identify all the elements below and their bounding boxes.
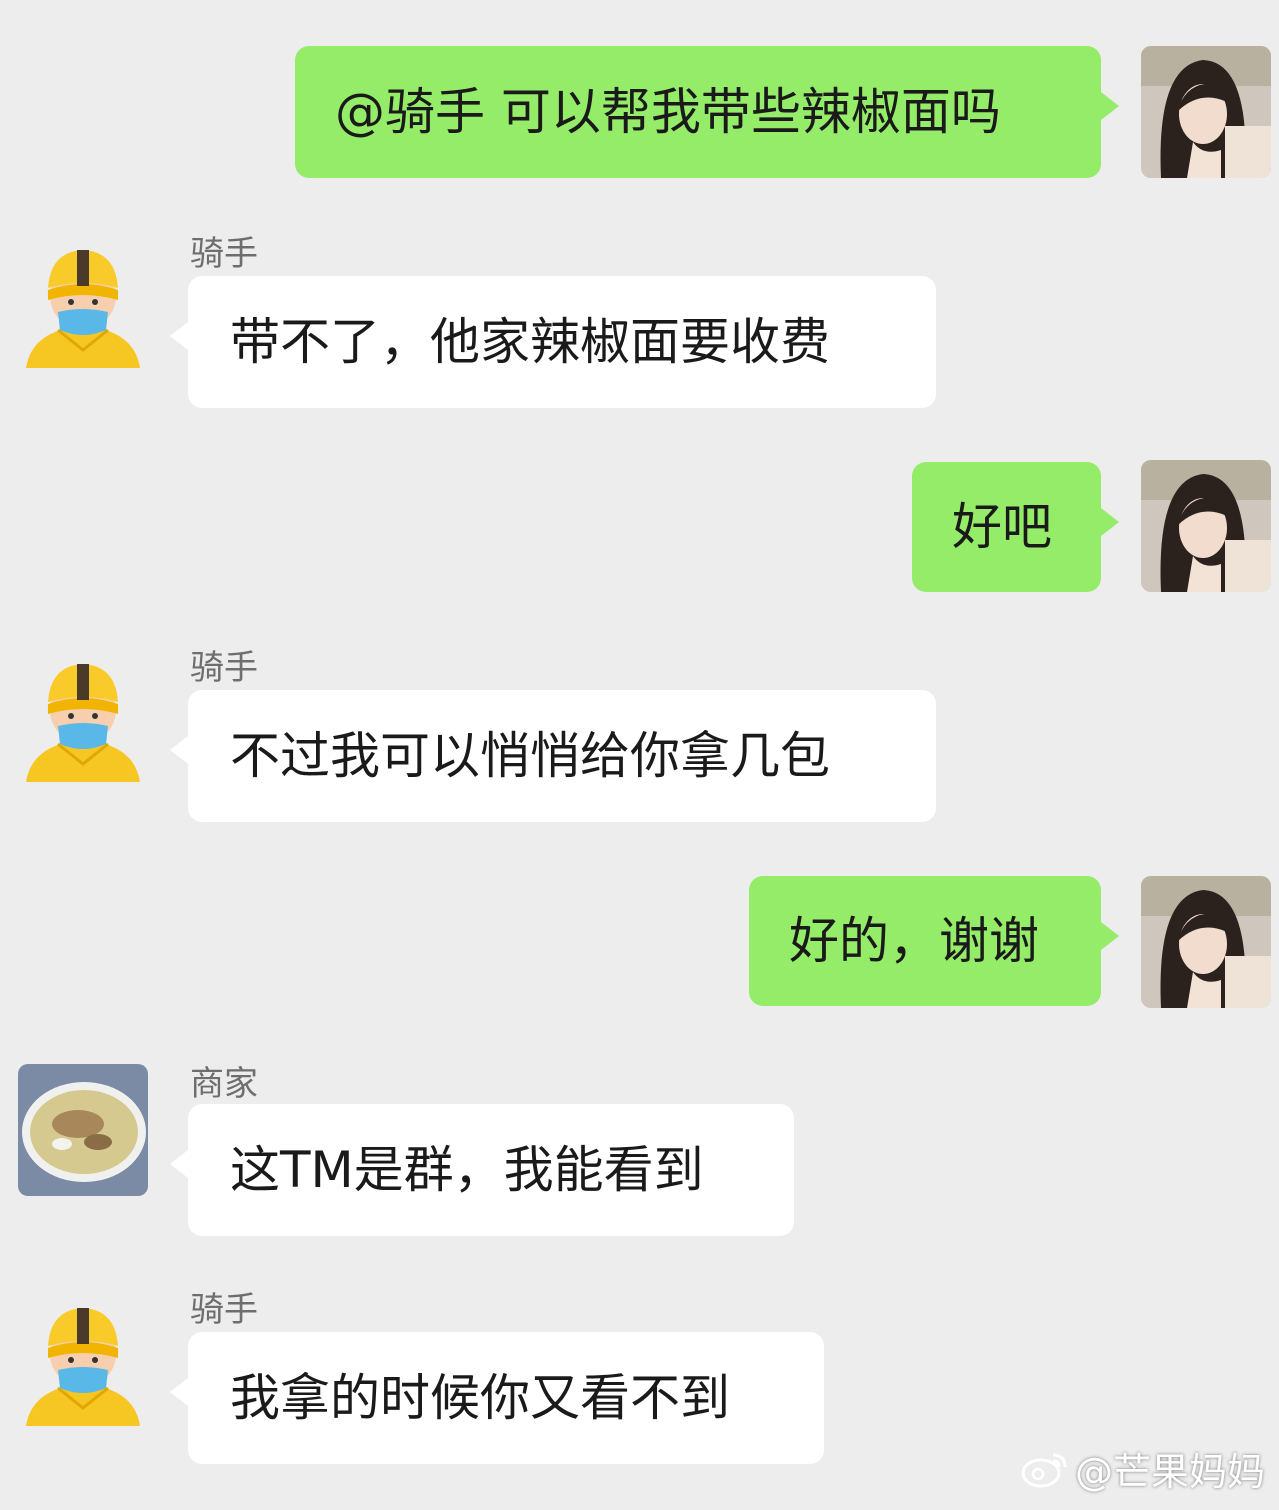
message-bubble-incoming[interactable]: 不过我可以悄悄给你拿几包 (170, 690, 936, 822)
message-bubble-outgoing[interactable]: 好吧 (912, 462, 1119, 592)
message-text: 我拿的时候你又看不到 (230, 1369, 730, 1427)
sender-name: 骑手 (190, 648, 258, 688)
message-text: 好吧 (952, 498, 1052, 556)
message-text: 这TM是群，我能看到 (230, 1141, 704, 1199)
sender-name: 骑手 (190, 1290, 258, 1330)
user-avatar[interactable] (1141, 876, 1271, 1008)
message-text: 好的，谢谢 (789, 912, 1039, 970)
user-avatar[interactable] (1141, 460, 1271, 592)
message-text: 不过我可以悄悄给你拿几包 (230, 727, 830, 785)
rider-avatar[interactable] (18, 238, 148, 370)
message-text: 带不了，他家辣椒面要收费 (230, 313, 830, 371)
sender-name: 骑手 (190, 234, 258, 274)
message-bubble-outgoing[interactable]: @骑手 可以帮我带些辣椒面吗 (295, 46, 1119, 178)
sender-name: 商家 (190, 1064, 258, 1104)
message-text: @骑手 可以帮我带些辣椒面吗 (335, 83, 1001, 141)
message-bubble-incoming[interactable]: 我拿的时候你又看不到 (170, 1332, 824, 1464)
message-bubble-incoming[interactable]: 带不了，他家辣椒面要收费 (170, 276, 936, 408)
rider-avatar[interactable] (18, 652, 148, 784)
shop-avatar[interactable] (18, 1064, 148, 1196)
rider-avatar[interactable] (18, 1296, 148, 1428)
message-bubble-incoming[interactable]: 这TM是群，我能看到 (170, 1104, 794, 1236)
watermark-text: @芒果妈妈 (1074, 1450, 1265, 1494)
weibo-icon (1021, 1449, 1069, 1489)
message-bubble-outgoing[interactable]: 好的，谢谢 (749, 876, 1119, 1006)
user-avatar[interactable] (1141, 46, 1271, 178)
chat-area: @骑手 可以帮我带些辣椒面吗 骑手 带不了，他家辣椒面要收费 好吧 骑手 不过我… (0, 0, 1279, 1510)
watermark: @芒果妈妈 (1021, 1441, 1265, 1496)
